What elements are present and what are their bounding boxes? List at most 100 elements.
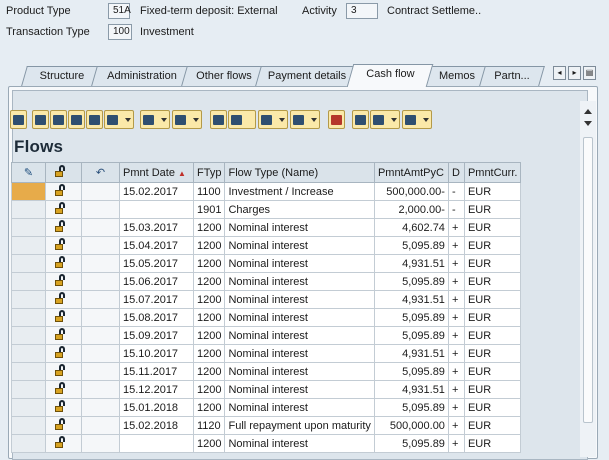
documentation-icon[interactable] bbox=[370, 110, 400, 129]
cell-ftyp[interactable]: 1200 bbox=[192, 254, 226, 273]
cell-ftyp[interactable]: 1200 bbox=[192, 344, 226, 363]
cell-amount[interactable]: 4,931.51 bbox=[373, 254, 449, 273]
cell-pmnt-date[interactable] bbox=[119, 434, 194, 453]
row-selector[interactable] bbox=[11, 200, 46, 219]
lock-icon[interactable] bbox=[45, 200, 82, 219]
cell-ftyp[interactable]: 1200 bbox=[192, 272, 226, 291]
row-selector[interactable] bbox=[11, 326, 46, 345]
table-row[interactable]: 15.02.2017 1100 Investment / Increase 500,0… bbox=[11, 182, 522, 201]
subtotal-icon[interactable] bbox=[172, 110, 202, 129]
cell-d[interactable]: + bbox=[447, 434, 465, 453]
cell-flow-type[interactable]: Investment / Increase bbox=[224, 182, 375, 201]
cell-pmnt-date[interactable]: 15.01.2018 bbox=[119, 398, 194, 417]
cell-d[interactable]: + bbox=[447, 218, 465, 237]
table-row[interactable]: 1901 Charges 2,000.00- - EUR bbox=[11, 200, 522, 219]
row-selector[interactable] bbox=[11, 254, 46, 273]
more-functions-icon[interactable] bbox=[402, 110, 432, 129]
cell-flow-type[interactable]: Nominal interest bbox=[224, 272, 375, 291]
cell-ftyp[interactable]: 1120 bbox=[192, 416, 226, 435]
cell-ftyp[interactable]: 1901 bbox=[192, 200, 226, 219]
cell-ftyp[interactable]: 1200 bbox=[192, 398, 226, 417]
find-icon[interactable] bbox=[68, 110, 85, 129]
cell-amount[interactable]: 2,000.00- bbox=[373, 200, 449, 219]
cell-ftyp[interactable]: 1200 bbox=[192, 236, 226, 255]
table-row[interactable]: 15.04.2017 1200 Nominal interest 5,095.89 + E… bbox=[11, 236, 522, 255]
cell-d[interactable]: + bbox=[447, 308, 465, 327]
cell-currency[interactable]: EUR bbox=[463, 272, 522, 291]
cell-pmnt-date[interactable]: 15.11.2017 bbox=[119, 362, 194, 381]
lock-icon[interactable] bbox=[45, 362, 82, 381]
export-icon[interactable] bbox=[258, 110, 288, 129]
graphic-icon[interactable] bbox=[328, 110, 345, 129]
table-row[interactable]: 15.01.2018 1200 Nominal interest 5,095.89 + E… bbox=[11, 398, 522, 417]
cell-d[interactable]: + bbox=[447, 398, 465, 417]
cell-currency[interactable]: EUR bbox=[463, 218, 522, 237]
tab-partner[interactable]: Partn... bbox=[479, 66, 545, 86]
table-row[interactable]: 15.10.2017 1200 Nominal interest 4,931.51 + E… bbox=[11, 344, 522, 363]
table-row[interactable]: 1200 Nominal interest 5,095.89 + EUR bbox=[11, 434, 522, 453]
cell-amount[interactable]: 5,095.89 bbox=[373, 398, 449, 417]
cell-ftyp[interactable]: 1200 bbox=[192, 290, 226, 309]
lock-icon[interactable] bbox=[45, 290, 82, 309]
row-selector[interactable] bbox=[11, 290, 46, 309]
cell-d[interactable]: + bbox=[447, 290, 465, 309]
cell-ftyp[interactable]: 1200 bbox=[192, 434, 226, 453]
cell-currency[interactable]: EUR bbox=[463, 434, 522, 453]
cell-flow-type[interactable]: Nominal interest bbox=[224, 362, 375, 381]
cell-flow-type[interactable]: Nominal interest bbox=[224, 326, 375, 345]
cell-ftyp[interactable]: 1200 bbox=[192, 380, 226, 399]
cell-amount[interactable]: 4,602.74 bbox=[373, 218, 449, 237]
cell-amount[interactable]: 4,931.51 bbox=[373, 344, 449, 363]
cell-flow-type[interactable]: Full repayment upon maturity bbox=[224, 416, 375, 435]
print-icon[interactable] bbox=[210, 110, 227, 129]
details-icon[interactable] bbox=[10, 110, 27, 129]
scroll-up-icon[interactable] bbox=[584, 109, 592, 114]
lock-icon[interactable] bbox=[45, 254, 82, 273]
cell-amount[interactable]: 4,931.51 bbox=[373, 380, 449, 399]
row-selector[interactable] bbox=[11, 416, 46, 435]
cell-pmnt-date[interactable]: 15.02.2017 bbox=[119, 182, 194, 201]
cell-d[interactable]: + bbox=[447, 326, 465, 345]
vertical-scrollbar[interactable] bbox=[580, 101, 596, 457]
lock-icon[interactable] bbox=[45, 398, 82, 417]
lock-icon[interactable] bbox=[45, 218, 82, 237]
table-row[interactable]: 15.03.2017 1200 Nominal interest 4,602.74 + E… bbox=[11, 218, 522, 237]
table-row[interactable]: 15.06.2017 1200 Nominal interest 5,095.89 + E… bbox=[11, 272, 522, 291]
lock-icon[interactable] bbox=[45, 416, 82, 435]
column-header-d[interactable]: D bbox=[447, 162, 465, 183]
table-row[interactable]: 15.11.2017 1200 Nominal interest 5,095.89 + E… bbox=[11, 362, 522, 381]
row-selector[interactable] bbox=[11, 272, 46, 291]
lock-icon[interactable] bbox=[45, 434, 82, 453]
cell-d[interactable]: + bbox=[447, 272, 465, 291]
lock-icon[interactable] bbox=[45, 344, 82, 363]
transaction-type-field[interactable]: 100 bbox=[108, 24, 132, 40]
views-icon[interactable] bbox=[228, 110, 256, 129]
cell-flow-type[interactable]: Nominal interest bbox=[224, 290, 375, 309]
cell-d[interactable]: + bbox=[447, 254, 465, 273]
column-header-amount[interactable]: PmntAmtPyC bbox=[373, 162, 449, 183]
table-row[interactable]: 15.05.2017 1200 Nominal interest 4,931.51 + E… bbox=[11, 254, 522, 273]
tab-list-icon[interactable]: ▤ bbox=[583, 66, 596, 80]
row-selector[interactable] bbox=[11, 362, 46, 381]
scrollbar-thumb[interactable] bbox=[583, 137, 593, 423]
cell-currency[interactable]: EUR bbox=[463, 398, 522, 417]
lock-icon[interactable] bbox=[45, 308, 82, 327]
cell-currency[interactable]: EUR bbox=[463, 326, 522, 345]
product-type-field[interactable]: 51A bbox=[108, 3, 131, 19]
cell-pmnt-date[interactable]: 15.08.2017 bbox=[119, 308, 194, 327]
cell-d[interactable]: - bbox=[447, 182, 465, 201]
column-header-ftyp[interactable]: FTyp bbox=[192, 162, 226, 183]
row-selector[interactable] bbox=[11, 434, 46, 453]
cell-d[interactable]: - bbox=[447, 200, 465, 219]
cell-amount[interactable]: 500,000.00 bbox=[373, 416, 449, 435]
cell-currency[interactable]: EUR bbox=[463, 308, 522, 327]
cell-d[interactable]: + bbox=[447, 236, 465, 255]
column-header-flow-type[interactable]: Flow Type (Name) bbox=[224, 162, 375, 183]
cell-currency[interactable]: EUR bbox=[463, 254, 522, 273]
undo-icon[interactable]: ↶ bbox=[81, 162, 120, 183]
tab-administration[interactable]: Administration bbox=[91, 66, 193, 86]
cell-currency[interactable]: EUR bbox=[463, 200, 522, 219]
tab-scroll-left-icon[interactable]: ◂ bbox=[553, 66, 566, 80]
row-selector[interactable] bbox=[11, 380, 46, 399]
table-row[interactable]: 15.08.2017 1200 Nominal interest 5,095.89 + E… bbox=[11, 308, 522, 327]
